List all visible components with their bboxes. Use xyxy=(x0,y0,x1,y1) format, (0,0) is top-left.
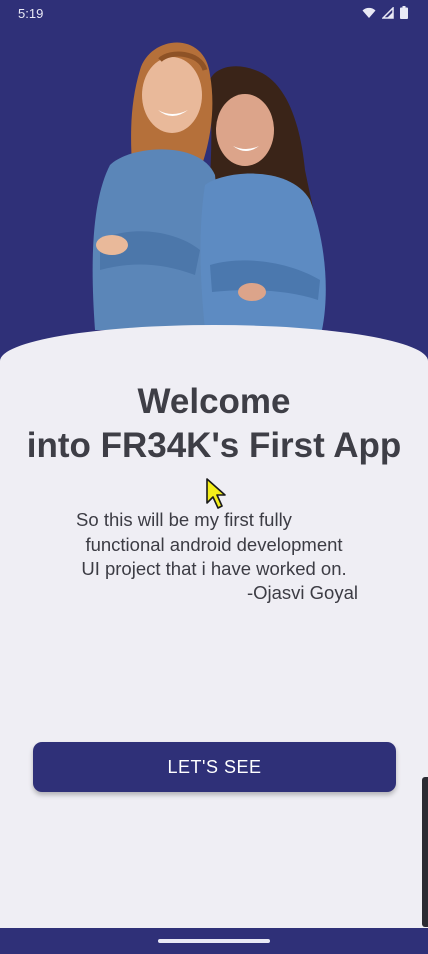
scroll-handle[interactable] xyxy=(422,777,428,927)
signal-icon xyxy=(382,6,394,19)
battery-icon xyxy=(400,6,408,19)
wifi-icon xyxy=(362,7,376,19)
status-bar: 5:19 xyxy=(0,0,428,28)
app-title: into FR34K's First App xyxy=(26,426,402,465)
welcome-title: Welcome xyxy=(137,382,291,421)
mouse-cursor-icon xyxy=(205,477,231,516)
home-gesture-handle[interactable] xyxy=(158,939,270,943)
navigation-bar xyxy=(0,928,428,954)
hero-photo xyxy=(92,42,326,330)
author-signature: -Ojasvi Goyal xyxy=(246,582,358,603)
description-line-1: So this will be my first fully xyxy=(76,509,292,530)
description-line-2: functional android development xyxy=(85,534,343,555)
lets-see-button[interactable]: LET'S SEE xyxy=(33,742,396,792)
status-icons xyxy=(362,6,408,19)
status-time: 5:19 xyxy=(18,6,44,21)
description-line-3: UI project that i have worked on. xyxy=(81,558,347,579)
hero-banner xyxy=(0,0,428,380)
